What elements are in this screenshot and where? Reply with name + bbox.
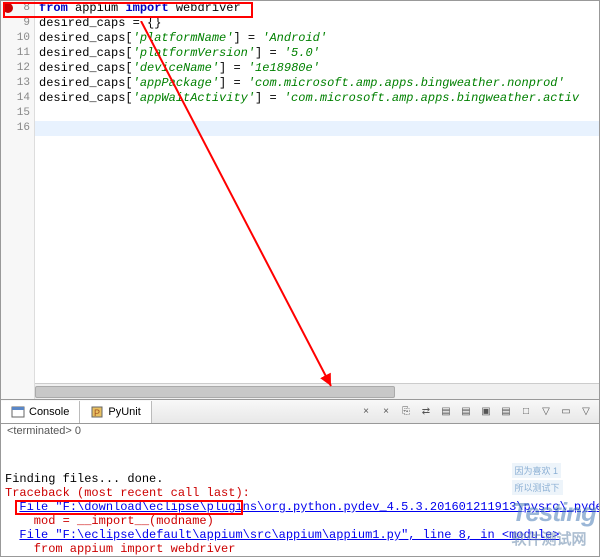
code-line[interactable]: desired_caps['platformVersion'] = '5.0' bbox=[35, 46, 599, 61]
traceback-link[interactable]: File "F:\eclipse\default\appium\src\appi… bbox=[19, 528, 559, 542]
console-line: ImportError: cannot import name 'webdriv… bbox=[5, 556, 595, 557]
console-line: Traceback (most recent call last): bbox=[5, 486, 595, 500]
code-line[interactable]: desired_caps = {} bbox=[35, 16, 599, 31]
console-status: <terminated> 0 bbox=[0, 424, 600, 442]
line-number: 15 bbox=[1, 106, 34, 121]
toolbar-button-7[interactable]: ▤ bbox=[497, 403, 515, 421]
tab-pyunit[interactable]: P PyUnit bbox=[80, 401, 151, 423]
horizontal-scrollbar[interactable] bbox=[35, 383, 599, 399]
console-output[interactable]: Finding files... done.Traceback (most re… bbox=[0, 442, 600, 557]
code-line[interactable] bbox=[35, 106, 599, 121]
toolbar-button-1[interactable]: × bbox=[377, 403, 395, 421]
traceback-link[interactable]: File "F:\download\eclipse\plugins\org.py… bbox=[19, 500, 600, 514]
toolbar-button-11[interactable]: ▽ bbox=[577, 403, 595, 421]
line-number: 8 bbox=[1, 1, 34, 16]
line-number-gutter: 8910111213141516 bbox=[1, 1, 35, 399]
code-editor[interactable]: 8910111213141516 from appium import webd… bbox=[0, 0, 600, 400]
console-line: Finding files... done. bbox=[5, 472, 595, 486]
line-number: 13 bbox=[1, 76, 34, 91]
line-number: 14 bbox=[1, 91, 34, 106]
tab-label: PyUnit bbox=[108, 406, 140, 418]
toolbar-button-10[interactable]: ▭ bbox=[557, 403, 575, 421]
line-number: 10 bbox=[1, 31, 34, 46]
console-line: File "F:\download\eclipse\plugins\org.py… bbox=[5, 500, 595, 514]
code-line[interactable] bbox=[35, 121, 599, 136]
toolbar-button-9[interactable]: ▽ bbox=[537, 403, 555, 421]
tab-console[interactable]: Console bbox=[1, 401, 80, 423]
bottom-tabs-bar: Console P PyUnit ××⎘⇄▤▤▣▤□▽▭▽ bbox=[0, 400, 600, 424]
toolbar-button-6[interactable]: ▣ bbox=[477, 403, 495, 421]
toolbar-button-2[interactable]: ⎘ bbox=[397, 403, 415, 421]
toolbar-button-0[interactable]: × bbox=[357, 403, 375, 421]
svg-text:P: P bbox=[94, 408, 100, 418]
console-line: mod = __import__(modname) bbox=[5, 514, 595, 528]
code-line[interactable]: desired_caps['deviceName'] = '1e18980e' bbox=[35, 61, 599, 76]
toolbar-button-3[interactable]: ⇄ bbox=[417, 403, 435, 421]
code-line[interactable]: desired_caps['platformName'] = 'Android' bbox=[35, 31, 599, 46]
toolbar-button-5[interactable]: ▤ bbox=[457, 403, 475, 421]
toolbar-button-4[interactable]: ▤ bbox=[437, 403, 455, 421]
pyunit-icon: P bbox=[90, 405, 104, 419]
console-icon bbox=[11, 405, 25, 419]
line-number: 11 bbox=[1, 46, 34, 61]
code-line[interactable]: desired_caps['appPackage'] = 'com.micros… bbox=[35, 76, 599, 91]
line-number: 16 bbox=[1, 121, 34, 136]
code-line[interactable]: from appium import webdriver bbox=[35, 1, 599, 16]
console-line: from appium import webdriver bbox=[5, 542, 595, 556]
scrollbar-thumb[interactable] bbox=[35, 386, 395, 398]
code-area[interactable]: from appium import webdriverdesired_caps… bbox=[35, 1, 599, 399]
tab-label: Console bbox=[29, 406, 69, 418]
line-number: 12 bbox=[1, 61, 34, 76]
console-line: File "F:\eclipse\default\appium\src\appi… bbox=[5, 528, 595, 542]
console-toolbar: ××⎘⇄▤▤▣▤□▽▭▽ bbox=[357, 403, 599, 421]
code-line[interactable]: desired_caps['appWaitActivity'] = 'com.m… bbox=[35, 91, 599, 106]
toolbar-button-8[interactable]: □ bbox=[517, 403, 535, 421]
line-number: 9 bbox=[1, 16, 34, 31]
